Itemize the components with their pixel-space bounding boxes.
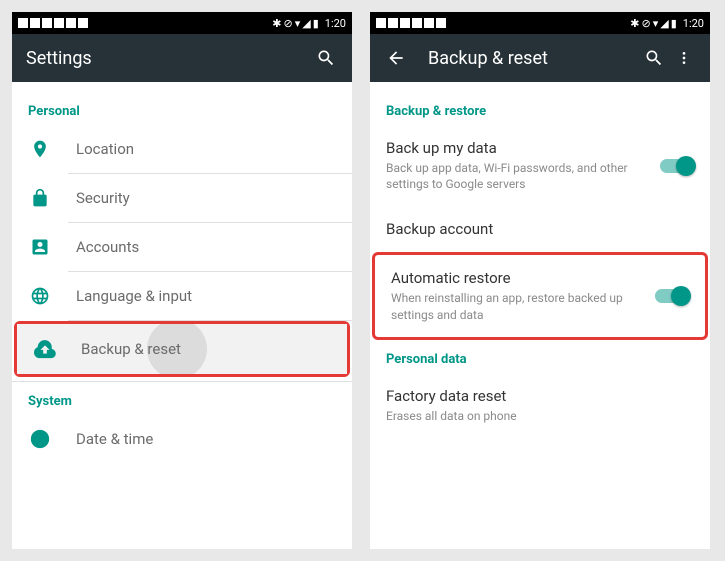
signal-icon: ◢ xyxy=(302,17,310,30)
account-icon xyxy=(28,237,52,257)
item-subtitle: Back up app data, Wi-Fi passwords, and o… xyxy=(386,160,636,192)
clock: 1:20 xyxy=(683,17,704,30)
status-notification-icons xyxy=(18,16,92,30)
page-title: Settings xyxy=(26,48,314,69)
section-header-backup: Backup & restore xyxy=(370,92,710,125)
settings-item-security[interactable]: Security xyxy=(12,174,352,222)
back-button[interactable] xyxy=(384,48,408,68)
item-title: Factory data reset xyxy=(386,387,694,405)
item-title: Automatic restore xyxy=(391,269,631,287)
highlight-automatic-restore: Automatic restore When reinstalling an a… xyxy=(372,252,708,339)
item-title: Back up my data xyxy=(386,139,636,157)
section-header-personal: Personal xyxy=(12,92,352,125)
bluetooth-icon: ✱ xyxy=(272,17,281,30)
app-bar: Settings xyxy=(12,34,352,82)
status-system-icons: ✱ ⊘ ▾ ◢ ▮ 1:20 xyxy=(272,17,346,30)
item-label: Security xyxy=(76,189,336,207)
wifi-icon: ▾ xyxy=(653,17,659,30)
status-system-icons: ✱ ⊘ ▾ ◢ ▮ 1:20 xyxy=(630,17,704,30)
backup-data-toggle[interactable] xyxy=(660,159,694,173)
status-notification-icons xyxy=(376,16,450,30)
item-title: Backup account xyxy=(386,220,694,238)
settings-item-language[interactable]: Language & input xyxy=(12,272,352,320)
backup-settings-list: Backup & restore Back up my data Back up… xyxy=(370,82,710,549)
item-backup-my-data[interactable]: Back up my data Back up app data, Wi-Fi … xyxy=(370,125,710,206)
no-sim-icon: ⊘ xyxy=(284,17,293,30)
search-icon[interactable] xyxy=(314,48,338,68)
settings-item-datetime[interactable]: Date & time xyxy=(12,415,352,463)
backup-reset-screen: ✱ ⊘ ▾ ◢ ▮ 1:20 Backup & reset Backup & r… xyxy=(370,12,710,549)
clock: 1:20 xyxy=(325,17,346,30)
settings-item-accounts[interactable]: Accounts xyxy=(12,223,352,271)
settings-list: Personal Location Security Accounts xyxy=(12,82,352,549)
automatic-restore-toggle[interactable] xyxy=(655,289,689,303)
settings-screen: ✱ ⊘ ▾ ◢ ▮ 1:20 Settings Personal Locatio… xyxy=(12,12,352,549)
item-automatic-restore[interactable]: Automatic restore When reinstalling an a… xyxy=(375,255,705,336)
highlight-backup-reset: Backup & reset xyxy=(14,321,350,377)
section-header-personal-data: Personal data xyxy=(370,340,710,373)
battery-icon: ▮ xyxy=(313,17,319,30)
item-label: Location xyxy=(76,140,336,158)
wifi-icon: ▾ xyxy=(295,17,301,30)
cloud-upload-icon xyxy=(33,338,57,360)
settings-item-backup-reset[interactable]: Backup & reset xyxy=(17,324,347,374)
status-bar: ✱ ⊘ ▾ ◢ ▮ 1:20 xyxy=(12,12,352,34)
signal-icon: ◢ xyxy=(660,17,668,30)
globe-icon xyxy=(28,286,52,306)
item-label: Date & time xyxy=(76,430,336,448)
item-subtitle: When reinstalling an app, restore backed… xyxy=(391,290,631,322)
search-icon[interactable] xyxy=(642,48,666,68)
settings-item-location[interactable]: Location xyxy=(12,125,352,173)
item-factory-reset[interactable]: Factory data reset Erases all data on ph… xyxy=(370,373,710,438)
item-label: Accounts xyxy=(76,238,336,256)
status-bar: ✱ ⊘ ▾ ◢ ▮ 1:20 xyxy=(370,12,710,34)
overflow-menu-icon[interactable] xyxy=(672,48,696,68)
no-sim-icon: ⊘ xyxy=(642,17,651,30)
item-subtitle: Erases all data on phone xyxy=(386,408,694,424)
section-header-system: System xyxy=(12,382,352,415)
page-title: Backup & reset xyxy=(428,48,642,69)
app-bar: Backup & reset xyxy=(370,34,710,82)
item-label: Language & input xyxy=(76,287,336,305)
item-backup-account[interactable]: Backup account xyxy=(370,206,710,252)
lock-icon xyxy=(28,188,52,208)
battery-icon: ▮ xyxy=(671,17,677,30)
item-label: Backup & reset xyxy=(81,340,331,358)
clock-icon xyxy=(28,429,52,449)
bluetooth-icon: ✱ xyxy=(630,17,639,30)
location-icon xyxy=(28,139,52,159)
